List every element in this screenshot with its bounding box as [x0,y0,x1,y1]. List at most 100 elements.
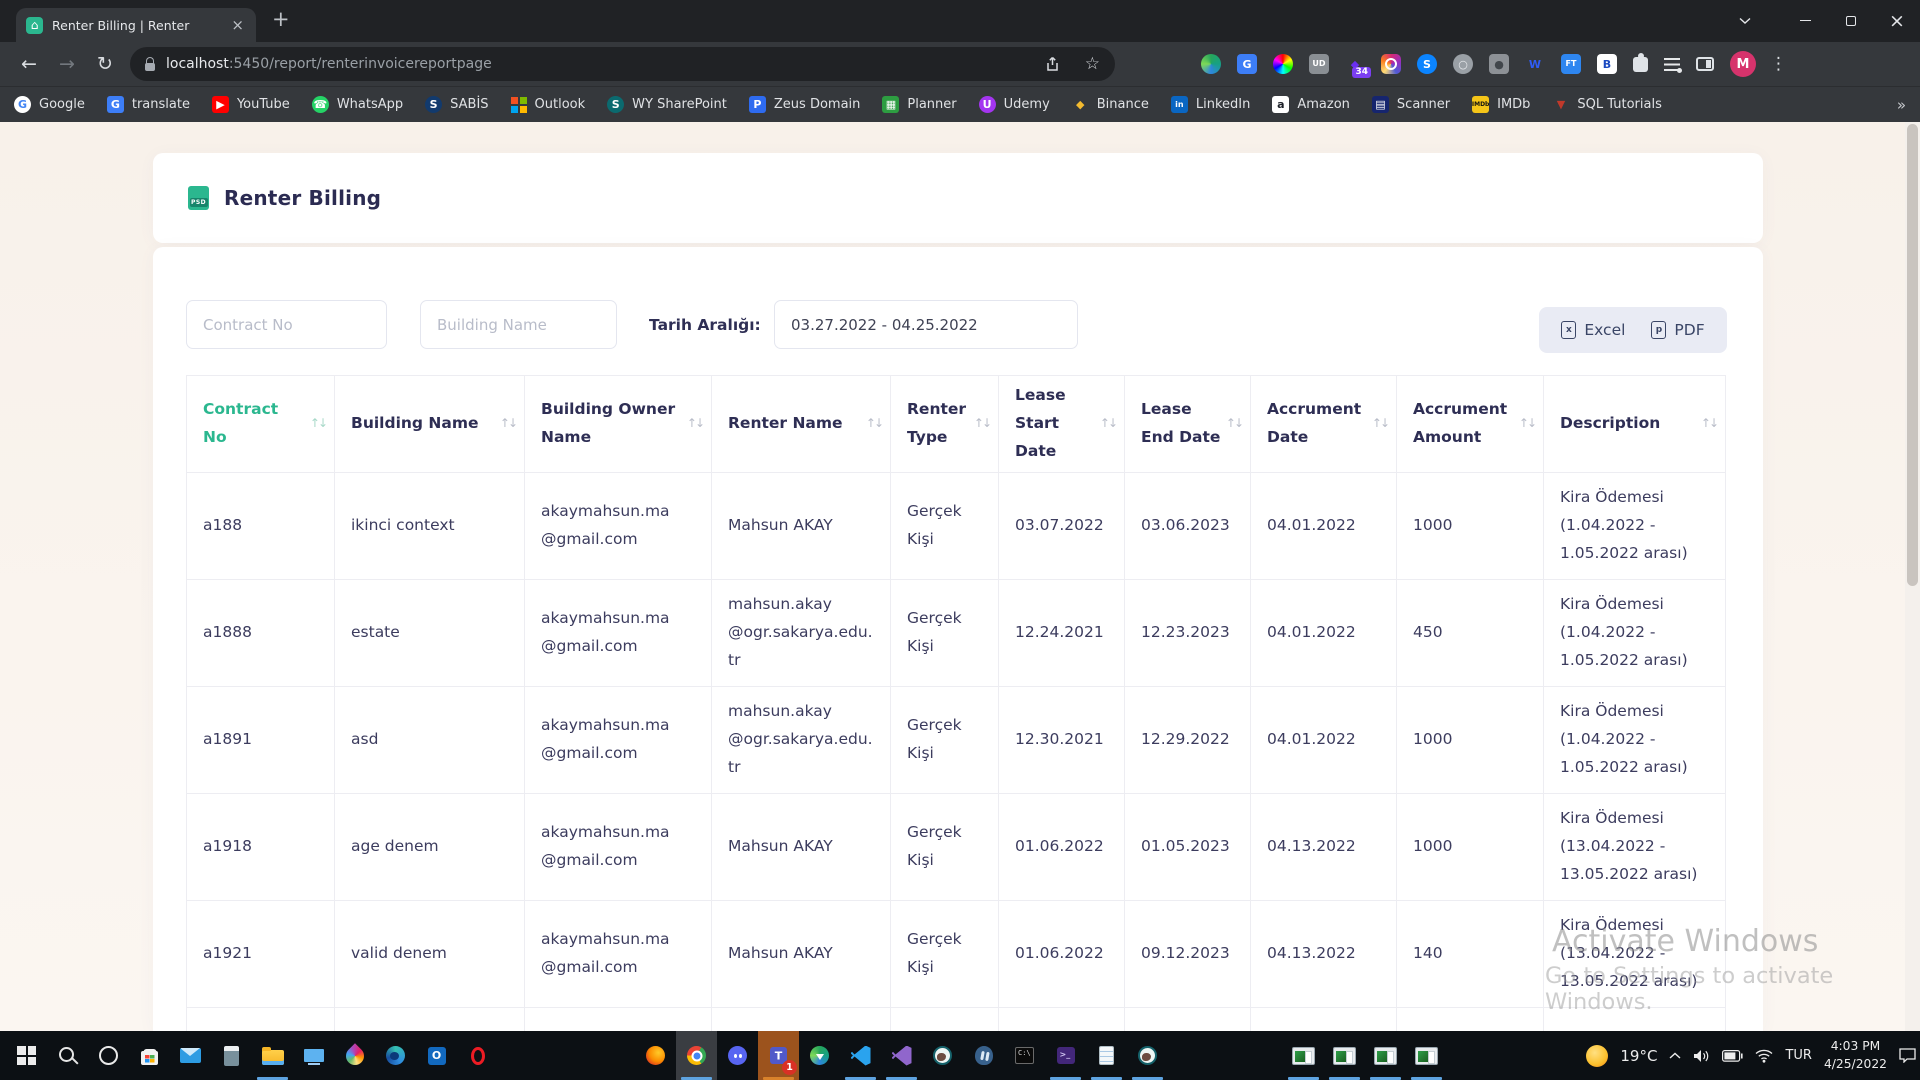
pdf-export-button[interactable]: pPDF [1638,321,1717,339]
taskbar-notepad[interactable] [1086,1031,1127,1080]
purple-diamond-icon[interactable]: ◆34 [1345,54,1365,74]
tray-chevron-icon[interactable] [1669,1052,1681,1060]
bookmark-udemy[interactable]: UUdemy [979,96,1050,113]
column-header-lease-end-date[interactable]: Lease End Date↑↓ [1125,376,1251,473]
weather-sun-icon[interactable] [1586,1045,1608,1067]
keyboard-language[interactable]: TUR [1785,1048,1812,1063]
sort-icon[interactable]: ↑↓ [974,413,990,435]
sort-icon[interactable]: ↑↓ [1519,413,1535,435]
bookmark-sabi-s[interactable]: SSABİS [425,96,488,113]
bookmark-scanner[interactable]: ▤Scanner [1372,96,1450,113]
taskbar-vscode[interactable] [840,1031,881,1080]
bookmark-youtube[interactable]: ▶YouTube [212,96,290,113]
ublock-icon[interactable]: UD [1309,54,1329,74]
forward-button[interactable]: → [48,53,86,75]
taskbar-search[interactable] [47,1031,88,1080]
column-header-contract-no[interactable]: Contract No↑↓ [187,376,335,473]
sort-icon[interactable]: ↑↓ [310,413,326,435]
taskbar-outlook[interactable] [416,1031,457,1080]
taskbar-calculator[interactable] [211,1031,252,1080]
bookmark-linkedin[interactable]: inLinkedIn [1171,96,1250,113]
taskbar-windows-start[interactable] [6,1031,47,1080]
taskbar-this-pc[interactable] [293,1031,334,1080]
bookmark-binance[interactable]: ◆Binance [1072,96,1149,113]
profile-avatar[interactable]: M [1730,51,1756,77]
taskbar-visual-studio[interactable] [881,1031,922,1080]
sort-icon[interactable]: ↑↓ [1701,413,1717,435]
column-header-lease-start-date[interactable]: Lease Start Date↑↓ [999,376,1125,473]
taskbar-ssms-window-4[interactable] [1406,1031,1447,1080]
bookmarks-overflow[interactable]: » [1897,96,1906,114]
column-header-renter-name[interactable]: Renter Name↑↓ [712,376,891,473]
color-wheel-icon[interactable] [1273,54,1293,74]
shazam-icon[interactable]: S [1417,54,1437,74]
reload-button[interactable]: ↻ [86,53,124,75]
column-header-description[interactable]: Description↑↓ [1544,376,1726,473]
taskbar-mail[interactable] [170,1031,211,1080]
wave-icon[interactable]: W [1525,54,1545,74]
bookmark-google[interactable]: GGoogle [14,96,85,113]
bookmark-wy-sharepoint[interactable]: SWY SharePoint [607,96,727,113]
taskbar-teams[interactable]: 1 [758,1031,799,1080]
column-header-building-owner-name[interactable]: Building Owner Name↑↓ [525,376,712,473]
bookmark-amazon[interactable]: aAmazon [1272,96,1350,113]
taskbar-windows-terminal[interactable] [1045,1031,1086,1080]
window-minimize-button[interactable] [1782,0,1828,41]
sort-icon[interactable]: ↑↓ [500,413,516,435]
browser-menu-icon[interactable]: ⋮ [1770,54,1787,74]
sort-icon[interactable]: ↑↓ [1100,413,1116,435]
column-header-renter-type[interactable]: Renter Type↑↓ [891,376,999,473]
new-tab-button[interactable]: + [272,7,290,31]
column-header-accrument-amount[interactable]: Accrument Amount↑↓ [1397,376,1544,473]
shield-icon[interactable]: ○ [1453,54,1473,74]
bookmark-sql-tutorials[interactable]: ▼SQL Tutorials [1552,96,1661,113]
tab-search-chevron-icon[interactable] [1722,0,1768,41]
window-maximize-button[interactable] [1828,0,1874,41]
taskbar-idm[interactable] [799,1031,840,1080]
taskbar-ssms-window-2[interactable] [1324,1031,1365,1080]
google-translate-icon[interactable]: G [1237,54,1257,74]
bookmark-planner[interactable]: ▦Planner [882,96,956,113]
column-header-building-name[interactable]: Building Name↑↓ [335,376,525,473]
back-button[interactable]: ← [10,53,48,75]
taskbar-file-explorer[interactable] [252,1031,293,1080]
taskbar-firefox[interactable] [635,1031,676,1080]
bookmark-translate[interactable]: Gtranslate [107,96,190,113]
b-icon[interactable]: B [1597,54,1617,74]
share-icon[interactable] [1045,56,1060,72]
taskbar-edge[interactable] [375,1031,416,1080]
page-scrollbar[interactable] [1905,122,1920,1031]
taskbar-opera[interactable] [457,1031,498,1080]
taskbar-ssms-window-1[interactable] [1283,1031,1324,1080]
taskbar-paint-3d[interactable] [334,1031,375,1080]
puzzle-icon[interactable] [1633,57,1648,72]
address-bar[interactable]: localhost:5450/report/renterinvoicerepor… [130,47,1115,81]
tab-close-icon[interactable]: × [229,16,246,34]
sort-icon[interactable]: ↑↓ [1226,413,1242,435]
ft-icon[interactable]: FT [1561,54,1581,74]
taskbar-cmd[interactable] [1004,1031,1045,1080]
bookmark-whatsapp[interactable]: ☎WhatsApp [312,96,403,113]
bookmark-zeus-domain[interactable]: PZeus Domain [749,96,861,113]
taskbar-discord[interactable] [717,1031,758,1080]
bookmark-star-icon[interactable]: ☆ [1085,54,1100,74]
sort-icon[interactable]: ↑↓ [866,413,882,435]
volume-icon[interactable] [1693,1049,1710,1063]
instagram-icon[interactable] [1381,54,1401,74]
wifi-icon[interactable] [1755,1049,1773,1063]
sort-icon[interactable]: ↑↓ [687,413,703,435]
side-panel-icon[interactable] [1696,57,1714,71]
action-center-icon[interactable] [1899,1048,1916,1063]
excel-export-button[interactable]: xExcel [1548,321,1638,339]
taskbar-dbeaver-2[interactable] [1127,1031,1168,1080]
camera-icon[interactable]: ● [1489,54,1509,74]
date-range-input[interactable] [774,300,1078,349]
contract-no-input[interactable] [186,300,387,349]
bookmark-outlook[interactable]: Outlook [511,97,586,113]
taskbar-ssms-window-3[interactable] [1365,1031,1406,1080]
taskbar-clock[interactable]: 4:03 PM4/25/2022 [1824,1038,1887,1074]
idm-icon[interactable] [1201,54,1221,74]
browser-tab[interactable]: ⌂ Renter Billing | Renter × [16,8,256,42]
taskbar-dbeaver[interactable] [922,1031,963,1080]
window-close-button[interactable]: × [1874,0,1920,41]
